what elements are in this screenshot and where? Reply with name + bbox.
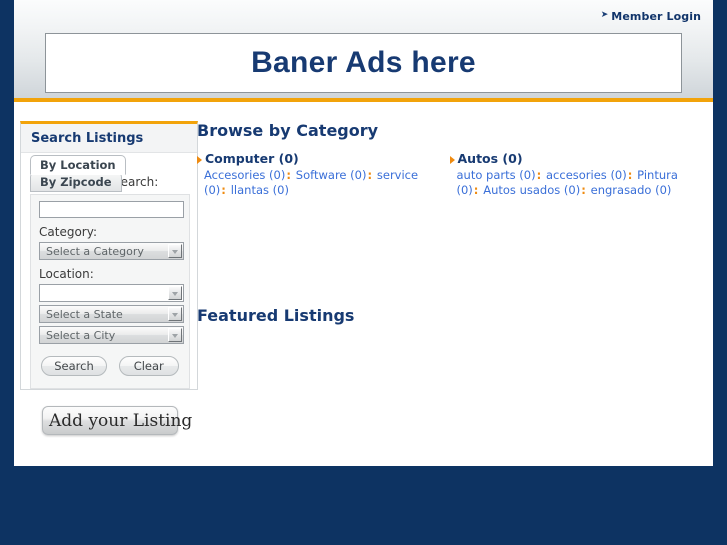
separator: : (473, 182, 479, 197)
arrow-icon: ➤ (600, 10, 609, 20)
triangle-right-icon (197, 156, 202, 164)
chevron-down-icon (168, 286, 182, 300)
state-select-value: Select a State (46, 308, 123, 321)
tab-by-zipcode[interactable]: By Zipcode (30, 172, 122, 192)
chevron-down-icon (168, 328, 182, 342)
search-panel-title: Search Listings (31, 130, 144, 146)
city-select[interactable]: Select a City (39, 326, 184, 344)
separator: : (581, 182, 586, 197)
main-content: Browse by Category Computer (0) Accesori… (197, 121, 702, 336)
chevron-down-icon (168, 307, 182, 321)
subcategory-link[interactable]: Software (0) (296, 168, 367, 182)
separator: : (536, 168, 542, 182)
chevron-down-icon (168, 244, 182, 258)
banner-ad-slot[interactable]: Baner Ads here (45, 33, 682, 93)
search-listings-panel: Search Listings By Location By Zipcode S… (20, 121, 198, 390)
member-login-link[interactable]: Member Login (611, 10, 701, 23)
featured-listings-section: Featured Listings (197, 306, 702, 325)
sidebar: Search Listings By Location By Zipcode S… (20, 121, 198, 435)
site-header: ➤ Member Login Baner Ads here (14, 0, 713, 102)
tab-by-location[interactable]: By Location (30, 155, 126, 175)
subcategory-link[interactable]: llantas (0) (231, 183, 289, 197)
add-your-listing-button[interactable]: Add your Listing (42, 406, 192, 435)
category-label: Category: (39, 225, 97, 239)
location-label: Location: (39, 267, 94, 281)
search-input[interactable] (39, 201, 184, 218)
search-tabs: By Location By Zipcode Search: (21, 153, 197, 194)
search-button[interactable]: Search (41, 356, 107, 376)
search-form: Category: Select a Category Location: Se… (30, 194, 190, 389)
category-link[interactable]: Autos (0) (458, 151, 523, 166)
separator: : (367, 168, 373, 182)
location-select[interactable] (39, 284, 184, 302)
page-frame: ➤ Member Login Baner Ads here Search Lis… (14, 0, 713, 466)
state-select[interactable]: Select a State (39, 305, 184, 323)
separator: : (627, 168, 633, 182)
search-form-buttons: Search Clear (39, 356, 181, 376)
subcategory-link[interactable]: Accesories (0) (204, 168, 285, 182)
search-panel-header: Search Listings (21, 124, 197, 153)
browse-by-category-title: Browse by Category (197, 121, 379, 140)
subcategory-list: auto parts (0): accesories (0): Pintura … (450, 168, 695, 197)
category-heading: Autos (0) (449, 151, 695, 166)
clear-button[interactable]: Clear (118, 356, 179, 376)
subcategory-link[interactable]: engrasado (0) (591, 183, 672, 197)
tab-by-location-label: By Location (40, 158, 116, 172)
separator: : (286, 168, 291, 182)
triangle-right-icon (449, 156, 455, 164)
subcategory-link[interactable]: Autos usados (0) (483, 183, 580, 197)
page-content: Search Listings By Location By Zipcode S… (14, 102, 713, 466)
category-block-autos: Autos (0) auto parts (0): accesories (0)… (449, 151, 703, 197)
category-select[interactable]: Select a Category (39, 242, 184, 260)
city-select-value: Select a City (46, 329, 116, 342)
tab-by-zipcode-label: By Zipcode (40, 175, 112, 189)
category-grid: Computer (0) Accesories (0): Software (0… (197, 151, 702, 197)
member-login-area: ➤ Member Login (601, 10, 701, 23)
featured-listings-title: Featured Listings (197, 306, 355, 325)
category-heading: Computer (0) (197, 151, 442, 166)
subcategory-link[interactable]: auto parts (0) (457, 168, 536, 182)
subcategory-list: Accesories (0): Software (0): service (0… (197, 168, 442, 197)
category-select-value: Select a Category (46, 245, 144, 258)
category-link[interactable]: Computer (0) (205, 151, 299, 166)
subcategory-link[interactable]: accesories (0) (546, 168, 627, 182)
category-block-computer: Computer (0) Accesories (0): Software (0… (197, 151, 450, 197)
separator: : (221, 182, 226, 197)
banner-ad-text: Baner Ads here (251, 46, 476, 79)
